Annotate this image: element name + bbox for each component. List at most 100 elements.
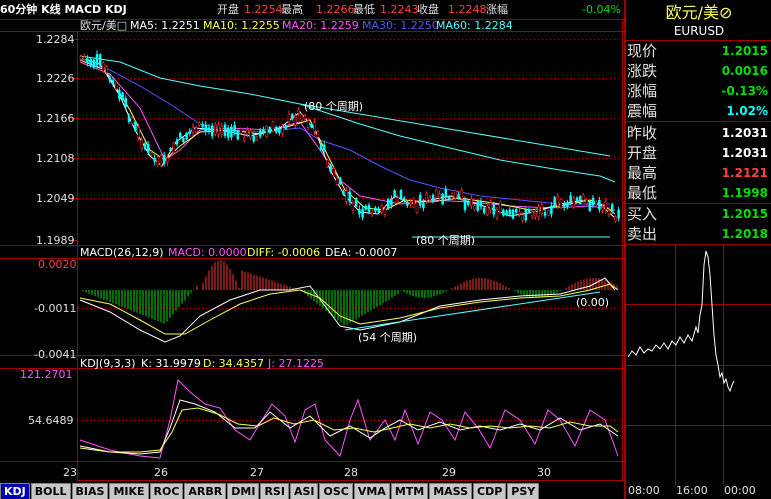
candle-body — [105, 66, 108, 73]
candle-body — [530, 211, 534, 217]
candle-body — [108, 76, 112, 81]
ma60-label: MA60: 1.2284 — [436, 19, 513, 32]
candle-body — [82, 56, 86, 60]
quote-row-change-pct: 涨幅 -0.13% — [627, 81, 771, 101]
candle-body — [262, 129, 265, 133]
candle-body — [95, 54, 99, 66]
candle-body — [386, 199, 390, 209]
candle-body — [175, 139, 179, 145]
candle-body — [342, 191, 345, 195]
tab-cdp[interactable]: CDP — [473, 483, 507, 499]
candle-body — [591, 197, 595, 206]
macd-histogram — [82, 260, 618, 326]
candle-body — [252, 135, 256, 142]
candle-body — [207, 127, 211, 132]
candle-body — [614, 216, 617, 222]
candle-body — [265, 126, 268, 137]
candle-body — [338, 177, 342, 185]
candle-body — [492, 204, 496, 215]
candle-body — [466, 201, 470, 206]
candle-body — [473, 205, 476, 211]
candle-body — [268, 127, 272, 134]
quote-label: 买入 — [627, 205, 658, 223]
macd-value: MACD: 0.0000 — [168, 246, 247, 259]
tab-boll[interactable]: BOLL — [30, 483, 71, 499]
tab-kdj[interactable]: KDJ — [0, 483, 30, 499]
candle-body — [418, 194, 422, 206]
candle-body — [239, 128, 243, 134]
candle-body — [438, 193, 441, 199]
candle-body — [127, 115, 131, 122]
symbol-code: EURUSD — [673, 24, 725, 38]
candle-body — [310, 123, 313, 128]
annotation-80-periods-bottom: (80 个周期) — [416, 234, 476, 245]
candle-body — [546, 210, 550, 216]
candle-body — [294, 115, 297, 126]
x-tick-23: 23 — [63, 466, 77, 479]
candle-body — [121, 92, 124, 100]
candle-body — [258, 130, 262, 137]
macd-tick-1: 0.0020 — [38, 258, 77, 271]
candle-body — [495, 209, 499, 219]
quote-value: 0.0016 — [721, 64, 768, 78]
ma20-line — [79, 61, 616, 211]
candle-body — [185, 133, 188, 140]
candle-body — [470, 198, 473, 207]
chart-area[interactable] — [0, 0, 627, 482]
tab-dmi[interactable]: DMI — [227, 483, 260, 499]
quote-value: 1.2018 — [721, 227, 768, 241]
candle-body — [326, 159, 329, 168]
ma30-label: MA30: 1.2250 — [362, 19, 439, 32]
x-tick-29: 29 — [442, 466, 456, 479]
candle-body — [604, 201, 608, 210]
time-tick-1600: 16:00 — [676, 484, 708, 497]
candle-body — [322, 144, 326, 151]
quote-value: 1.2031 — [721, 126, 768, 140]
quote-value: 1.1998 — [721, 186, 768, 200]
tab-bias[interactable]: BIAS — [71, 483, 109, 499]
candle-body — [393, 190, 396, 197]
candle-body — [178, 132, 182, 138]
candle-body — [313, 122, 316, 132]
candle-body — [566, 202, 569, 207]
tab-mike[interactable]: MIKE — [109, 483, 149, 499]
candle-body — [508, 209, 512, 215]
candle-body — [562, 203, 566, 208]
tab-osc[interactable]: OSC — [319, 483, 353, 499]
tab-arbr[interactable]: ARBR — [184, 483, 227, 499]
ma20-label: MA20: 1.2259 — [282, 19, 359, 32]
intraday-minichart[interactable] — [626, 245, 771, 485]
x-tick-26: 26 — [154, 466, 168, 479]
candle-body — [514, 209, 518, 213]
candle-body — [502, 209, 505, 216]
candle-body — [102, 62, 105, 72]
price-tick-4: 1.2108 — [36, 152, 75, 165]
tab-asi[interactable]: ASI — [289, 483, 319, 499]
tab-rsi[interactable]: RSI — [260, 483, 289, 499]
candle-body — [447, 196, 451, 200]
kdj-d-value: D: 34.4357 — [203, 357, 265, 370]
candle-body — [166, 157, 169, 163]
tab-psy[interactable]: PSY — [507, 483, 540, 499]
candle-body — [598, 199, 601, 210]
tab-mtm[interactable]: MTM — [390, 483, 429, 499]
candle-body — [374, 207, 377, 212]
tab-vma[interactable]: VMA — [353, 483, 390, 499]
candle-body — [332, 168, 336, 177]
quote-value: 1.2031 — [721, 146, 768, 160]
macd-tick-3: -0.0041 — [34, 348, 77, 361]
tab-mass[interactable]: MASS — [429, 483, 473, 499]
kdj-tick-1: 121.2701 — [20, 368, 73, 381]
candle-body — [527, 209, 531, 213]
ma30-line — [79, 59, 610, 205]
candle-body — [303, 115, 307, 120]
candle-body — [463, 199, 467, 210]
candle-body — [271, 121, 275, 132]
candle-body — [214, 123, 217, 135]
quote-value: 1.02% — [726, 104, 768, 118]
tab-roc[interactable]: ROC — [149, 483, 184, 499]
candle-body — [511, 209, 515, 219]
candle-body — [319, 144, 323, 150]
candle-body — [550, 205, 553, 215]
time-tick-0800: 08:00 — [628, 484, 660, 497]
